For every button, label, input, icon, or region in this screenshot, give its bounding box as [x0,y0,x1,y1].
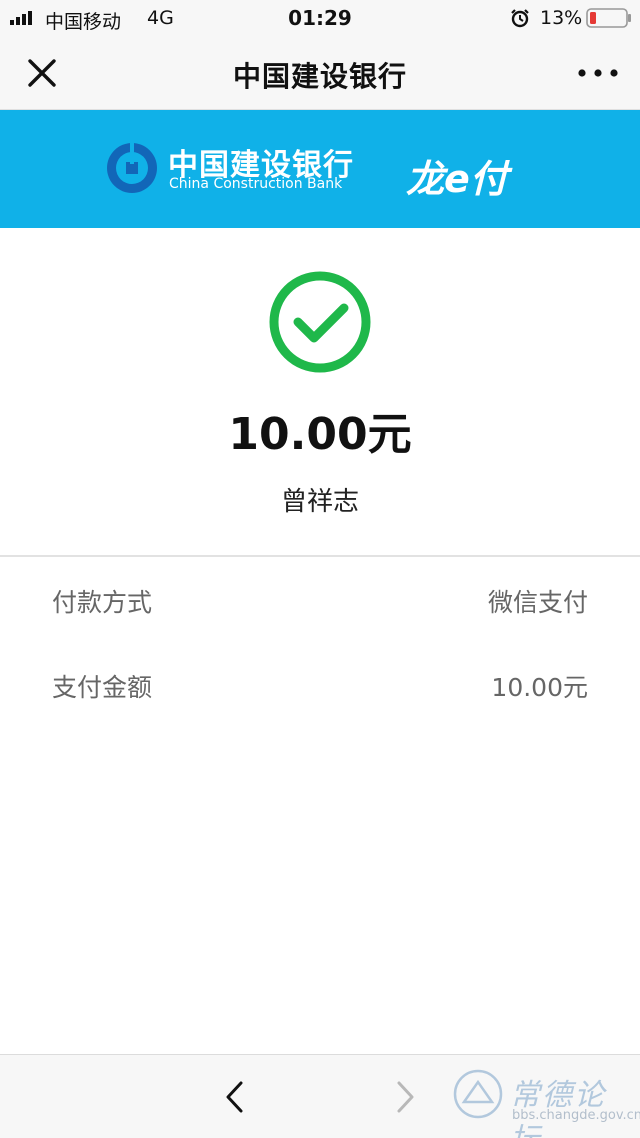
success-check-icon [269,271,371,373]
payment-amount: 10.00元 [228,409,412,460]
bank-banner: 中国建设银行 China Construction Bank 龙e付 [0,110,640,228]
detail-row-payment-method: 付款方式 微信支付 [52,583,588,623]
detail-row-payment-amount: 支付金额 10.00元 [52,668,588,708]
battery-percent: 13% [540,7,583,29]
detail-value: 10.00元 [491,673,588,702]
network-type: 4G [147,7,174,29]
forward-arrow-icon[interactable] [390,1079,420,1115]
detail-value: 微信支付 [487,588,588,617]
detail-label: 付款方式 [52,588,153,617]
battery-icon [586,8,631,28]
status-bar: 中国移动 4G 01:29 13% [0,0,640,36]
nav-header: 中国建设银行 [0,36,640,110]
signal-icon [10,11,32,25]
ccb-logo-icon [107,142,157,193]
brand-name: 龙e付 [406,157,508,201]
divider [0,555,640,557]
detail-label: 支付金额 [52,673,153,702]
more-icon[interactable] [574,58,622,88]
close-icon[interactable] [22,53,62,93]
watermark: 常德论坛 bbs.changde.gov.cn [452,1062,640,1138]
watermark-title: 常德论坛 [510,1078,606,1138]
watermark-url: bbs.changde.gov.cn [512,1108,640,1123]
bank-name-en: China Construction Bank [169,176,343,192]
page-title: 中国建设银行 [232,60,407,93]
carrier-name: 中国移动 [45,11,122,33]
forum-seal-icon [453,1069,503,1119]
alarm-icon [511,9,529,28]
back-arrow-icon[interactable] [220,1079,250,1115]
payee-name: 曾祥志 [280,487,359,517]
